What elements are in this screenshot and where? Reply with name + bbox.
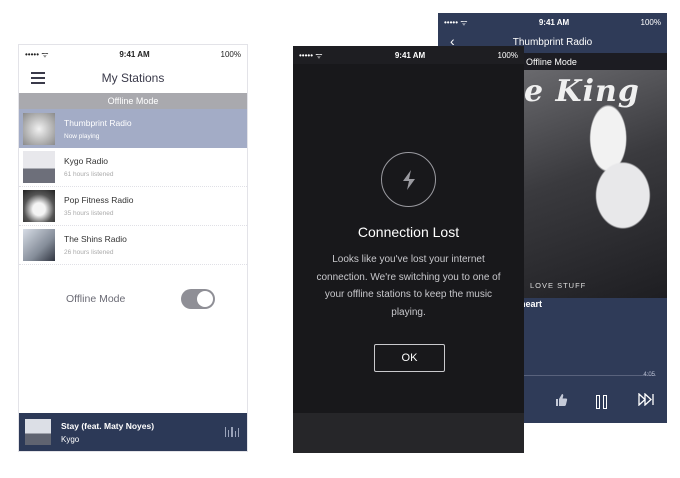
status-bar: ••••• ᯤ 9:41 AM 100% (19, 45, 247, 63)
time-remaining: 4:05 (643, 372, 655, 378)
station-artwork (23, 229, 55, 261)
page-title: My Stations (101, 71, 165, 85)
station-row-the-shins[interactable]: The Shins Radio 26 hours listened (19, 226, 247, 265)
dialog-title: Connection Lost (357, 224, 460, 240)
status-time: 9:41 AM (119, 49, 150, 59)
offline-mode-row: Offline Mode (19, 287, 247, 311)
station-name: The Shins Radio (64, 234, 127, 244)
now-playing-artist: Kygo (61, 434, 80, 444)
signal-indicator: ••••• ᯤ (299, 50, 323, 60)
station-row-kygo[interactable]: Kygo Radio 61 hours listened (19, 148, 247, 187)
nav-bar: My Stations (19, 63, 247, 93)
offline-mode-label: Offline Mode (66, 293, 126, 305)
station-name: Pop Fitness Radio (64, 195, 134, 205)
hamburger-menu-icon[interactable] (31, 72, 45, 84)
status-bar: ••••• ᯤ 9:41 AM 100% (293, 46, 524, 64)
station-artwork (23, 151, 55, 183)
album-art: e King LOVE STUFF (520, 70, 667, 298)
dialog-message: Looks like you've lost your internet con… (316, 254, 501, 318)
player-station-title: Thumbprint Radio (512, 36, 593, 48)
station-subtitle: Now playing (64, 132, 100, 140)
now-playing-title: Stay (feat. Maty Noyes) (61, 420, 155, 431)
status-bar: ••••• ᯤ 9:41 AM 100% (438, 13, 667, 31)
dialog-overlay: Connection Lost Looks like you've lost y… (293, 64, 524, 413)
station-subtitle: 26 hours listened (64, 249, 114, 256)
station-artwork (23, 190, 55, 222)
now-playing-bar[interactable]: Stay (feat. Maty Noyes) Kygo (19, 413, 247, 451)
dimmed-footer (293, 413, 524, 453)
toggle-knob (197, 291, 213, 307)
station-artwork (23, 112, 55, 145)
station-subtitle: 35 hours listened (64, 210, 114, 217)
station-subtitle: 61 hours listened (64, 171, 114, 178)
pause-icon[interactable] (596, 395, 608, 409)
lightning-bolt-icon (381, 152, 436, 207)
status-time: 9:41 AM (394, 50, 426, 60)
offline-banner: Offline Mode (19, 93, 247, 109)
album-art-lettering: e King (524, 74, 640, 109)
my-stations-screen: ••••• ᯤ 9:41 AM 100% My Stations Offline… (18, 44, 248, 452)
status-time: 9:41 AM (538, 17, 570, 27)
skip-forward-icon[interactable] (638, 392, 656, 409)
battery-indicator: 100% (497, 50, 518, 60)
playback-controls (520, 392, 667, 413)
battery-indicator: 100% (640, 17, 661, 27)
connection-lost-screen: ••••• ᯤ 9:41 AM 100% Connection Lost Loo… (293, 46, 524, 453)
now-playing-artwork (25, 419, 51, 445)
battery-indicator: 100% (220, 49, 241, 59)
thumbs-up-icon[interactable] (554, 393, 568, 410)
album-art-subtitle: LOVE STUFF (530, 281, 587, 290)
equalizer-icon (225, 427, 240, 437)
progress-bar[interactable] (520, 375, 656, 376)
station-name: Kygo Radio (64, 156, 108, 166)
station-name: Thumbprint Radio (64, 117, 132, 128)
station-row-thumbprint[interactable]: Thumbprint Radio Now playing (19, 109, 247, 148)
offline-mode-toggle[interactable] (181, 289, 215, 309)
signal-indicator: ••••• ᯤ (444, 17, 468, 27)
signal-indicator: ••••• ᯤ (25, 49, 49, 59)
ok-button[interactable]: OK (374, 344, 445, 372)
offline-banner: Offline Mode (520, 53, 667, 70)
station-row-pop-fitness[interactable]: Pop Fitness Radio 35 hours listened (19, 187, 247, 226)
